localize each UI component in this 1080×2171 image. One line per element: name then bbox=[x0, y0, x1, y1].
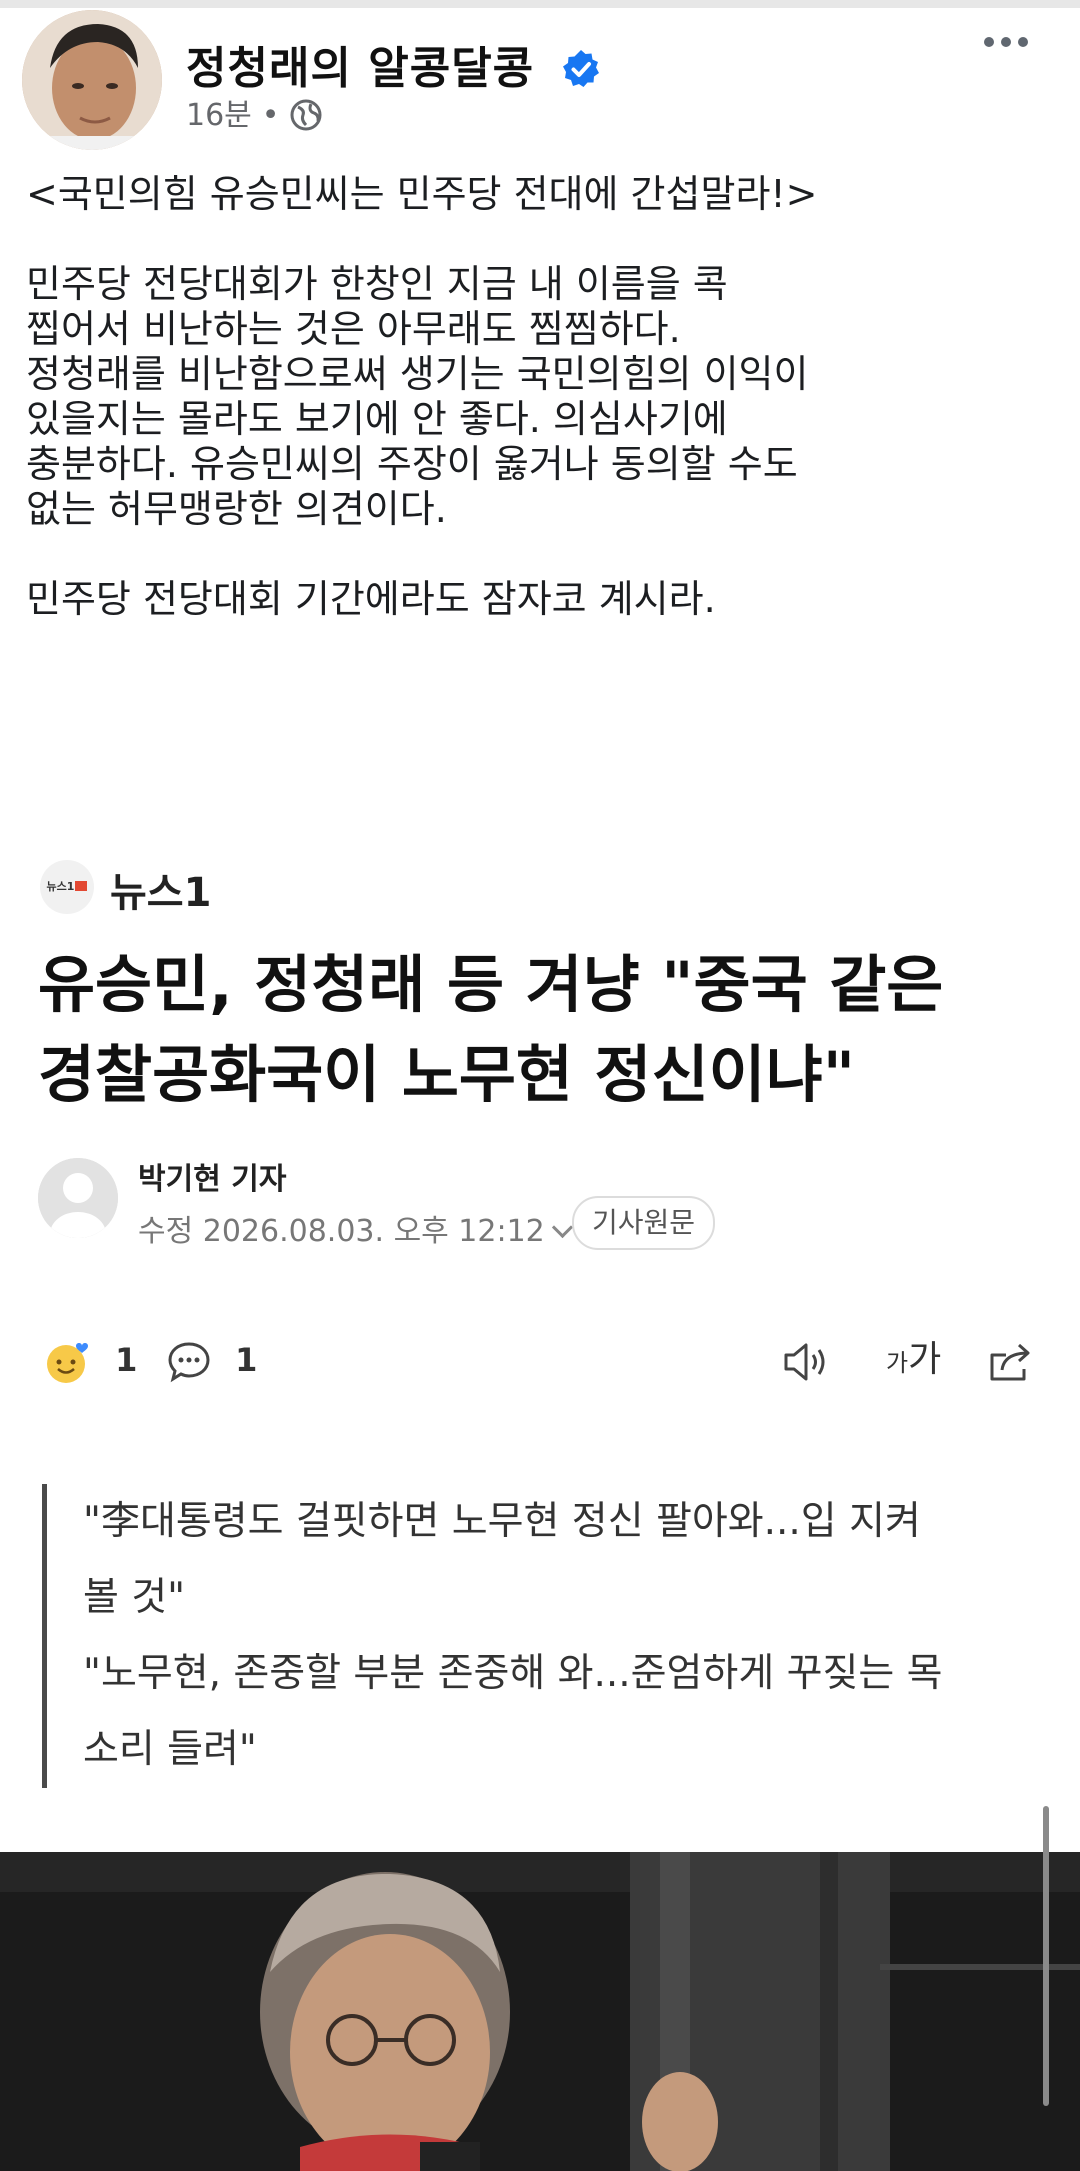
font-size-small-label: 가 bbox=[886, 1349, 909, 1377]
quote-line: 볼 것" bbox=[83, 1575, 186, 1620]
page-avatar[interactable] bbox=[22, 10, 162, 150]
post-header: 정청래의 알콩달콩 16분 • bbox=[22, 10, 1062, 150]
quote-line: 소리 들려" bbox=[83, 1727, 257, 1772]
verified-badge-icon bbox=[561, 49, 601, 100]
news1-logo: 뉴스1 bbox=[40, 860, 94, 914]
reaction-count: 1 bbox=[115, 1341, 138, 1379]
post-text-line: 있을지는 몰라도 보기에 안 좋다. 의심사기에 bbox=[26, 397, 728, 441]
quote-line: "노무현, 존중할 부분 존중해 와...준엄하게 꾸짖는 목 bbox=[83, 1651, 943, 1696]
author-avatar bbox=[38, 1158, 118, 1238]
scrollbar[interactable] bbox=[1043, 1806, 1049, 2106]
comment-count: 1 bbox=[235, 1341, 258, 1379]
original-article-button[interactable]: 기사원문 bbox=[572, 1196, 716, 1250]
post-text-line: 찝어서 비난하는 것은 아무래도 찜찜하다. bbox=[26, 307, 681, 351]
font-size-icon[interactable]: 가가 bbox=[886, 1330, 941, 1390]
article-headline[interactable]: 유승민, 정청래 등 겨냥 "중국 같은 경찰공화국이 노무현 정신이냐" bbox=[38, 940, 1048, 1120]
font-size-large-label: 가 bbox=[908, 1339, 942, 1380]
post-body: <국민의힘 유승민씨는 민주당 전대에 간섭말라!> 민주당 전당대회가 한창인… bbox=[26, 172, 1056, 622]
post-text-line: 없는 허무맹랑한 의견이다. bbox=[26, 487, 447, 531]
post-time[interactable]: 16분 bbox=[186, 98, 252, 133]
article-subheadline-quote: "李대통령도 걸핏하면 노무현 정신 팔아와...입 지켜 볼 것" "노무현,… bbox=[42, 1484, 1063, 1788]
share-button[interactable] bbox=[984, 1330, 1036, 1390]
news1-logo-text: 뉴스1 bbox=[46, 880, 75, 893]
source-name[interactable]: 뉴스1 bbox=[110, 860, 211, 918]
article-action-bar: 1 1 가가 bbox=[44, 1330, 1044, 1390]
meta-separator: • bbox=[261, 98, 280, 133]
post-text-line: 민주당 전당대회가 한창인 지금 내 이름을 콕 bbox=[26, 262, 728, 306]
comment-bubble-icon bbox=[166, 1341, 223, 1383]
speaker-icon bbox=[780, 1341, 832, 1381]
author-name[interactable]: 박기현 기자 bbox=[138, 1154, 286, 1198]
page-name[interactable]: 정청래의 알콩달콩 bbox=[186, 43, 534, 94]
article-photo[interactable] bbox=[0, 1852, 1080, 2171]
comment-button[interactable]: 1 bbox=[166, 1330, 257, 1390]
post-text-line: 민주당 전당대회 기간에라도 잠자코 계시라. bbox=[26, 577, 716, 621]
headline-line: 경찰공화국이 노무현 정신이냐" bbox=[38, 1038, 855, 1111]
text-to-speech-button[interactable] bbox=[780, 1330, 832, 1390]
share-icon bbox=[984, 1341, 1036, 1381]
quote-line: "李대통령도 걸핏하면 노무현 정신 팔아와...입 지켜 bbox=[83, 1499, 921, 1544]
reaction-button[interactable]: 1 bbox=[44, 1330, 137, 1390]
smile-heart-icon bbox=[44, 1341, 103, 1383]
edit-time-text: 수정 2026.08.03. 오후 12:12 bbox=[138, 1214, 545, 1249]
post-meta: 16분 • bbox=[186, 90, 323, 140]
edit-time[interactable]: 수정 2026.08.03. 오후 12:12 bbox=[138, 1206, 573, 1250]
top-divider bbox=[0, 0, 1080, 8]
more-options-icon[interactable] bbox=[984, 32, 1044, 62]
globe-icon bbox=[289, 98, 323, 140]
post-text-line: 정청래를 비난함으로써 생기는 국민의힘의 이익이 bbox=[26, 352, 809, 396]
post-text-line: 충분하다. 유승민씨의 주장이 옳거나 동의할 수도 bbox=[26, 442, 798, 486]
chevron-down-icon bbox=[551, 1216, 573, 1239]
post-text-line: <국민의힘 유승민씨는 민주당 전대에 간섭말라!> bbox=[26, 172, 818, 216]
headline-line: 유승민, 정청래 등 겨냥 "중국 같은 bbox=[38, 948, 944, 1021]
